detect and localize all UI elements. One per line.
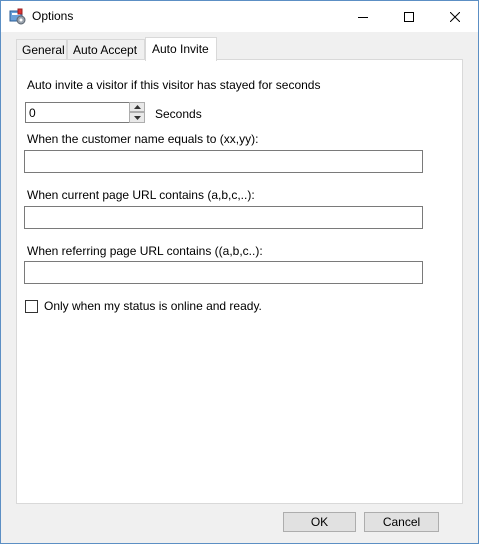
maximize-button[interactable] xyxy=(386,1,432,32)
cancel-button[interactable]: Cancel xyxy=(364,512,439,532)
close-icon xyxy=(450,11,460,22)
stay-duration-label: Auto invite a visitor if this visitor ha… xyxy=(27,78,321,92)
options-window: Options General Auto Accept Auto Invite … xyxy=(0,0,479,544)
customer-name-label: When the customer name equals to (xx,yy)… xyxy=(27,132,259,146)
tab-auto-accept[interactable]: Auto Accept xyxy=(67,39,145,60)
tab-auto-invite[interactable]: Auto Invite xyxy=(145,37,217,61)
ok-button[interactable]: OK xyxy=(283,512,356,532)
options-app-icon xyxy=(9,8,26,25)
close-button[interactable] xyxy=(432,1,478,32)
seconds-stepper[interactable]: 0 xyxy=(25,102,145,123)
current-url-field[interactable] xyxy=(24,206,423,229)
stepper-up-button[interactable] xyxy=(129,102,145,112)
maximize-icon xyxy=(404,11,414,22)
auto-invite-panel: Auto invite a visitor if this visitor ha… xyxy=(16,59,463,504)
online-status-checkbox[interactable] xyxy=(25,300,38,313)
minimize-button[interactable] xyxy=(340,1,386,32)
customer-name-field[interactable] xyxy=(24,150,423,173)
referring-url-field[interactable] xyxy=(24,261,423,284)
seconds-value: 0 xyxy=(29,106,36,120)
tab-general[interactable]: General xyxy=(16,39,67,60)
referring-url-label: When referring page URL contains ((a,b,c… xyxy=(27,244,263,258)
window-title: Options xyxy=(32,9,74,23)
minimize-icon xyxy=(358,16,368,18)
current-url-label: When current page URL contains (a,b,c,..… xyxy=(27,188,255,202)
chevron-down-icon xyxy=(133,115,141,120)
title-bar: Options xyxy=(1,1,478,32)
online-status-label: Only when my status is online and ready. xyxy=(44,299,262,313)
stepper-down-button[interactable] xyxy=(129,112,145,123)
seconds-unit-label: Seconds xyxy=(155,107,202,121)
chevron-up-icon xyxy=(133,105,141,109)
seconds-stepper-buttons xyxy=(129,102,145,123)
